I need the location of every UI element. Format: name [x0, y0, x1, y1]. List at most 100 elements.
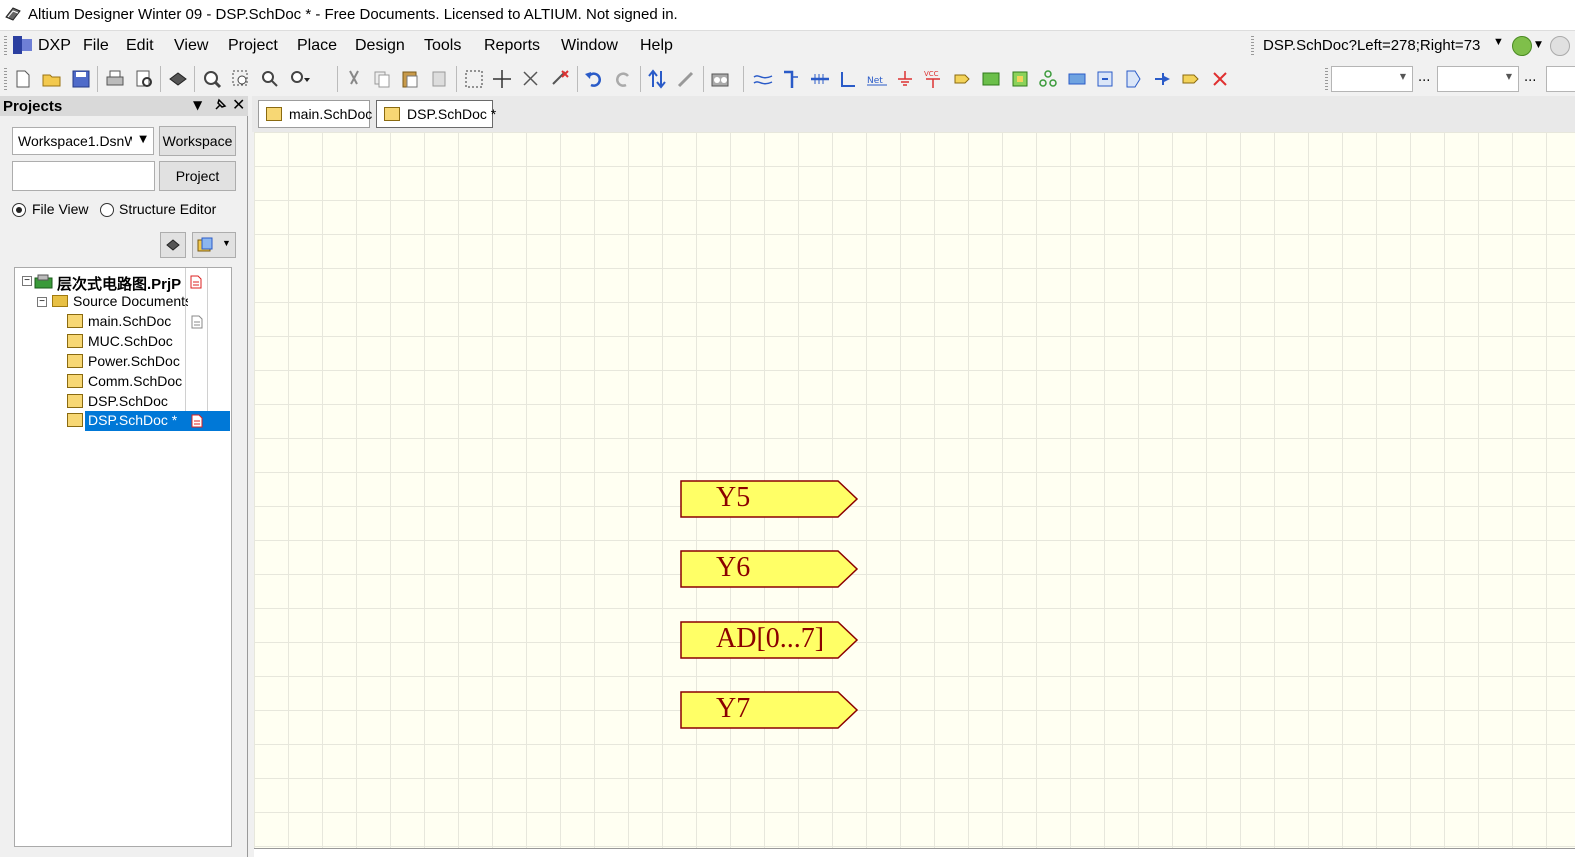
toolbar-combo-1[interactable]: ▼ [1331, 66, 1413, 92]
horizontal-scrollbar[interactable] [254, 848, 1575, 857]
redo-icon[interactable] [612, 68, 634, 90]
print-preview-icon[interactable] [133, 68, 155, 90]
place-no-erc-icon[interactable] [1209, 68, 1231, 90]
collapse-icon[interactable]: − [22, 276, 32, 286]
port-y6[interactable] [680, 550, 860, 588]
tree-document-row[interactable]: Comm.SchDoc [15, 372, 229, 392]
menu-window[interactable]: Window [561, 37, 618, 55]
rubber-stamp-icon[interactable] [428, 68, 450, 90]
menu-help[interactable]: Help [640, 37, 673, 55]
project-documents-button[interactable]: ▼ [192, 232, 236, 258]
paste-icon[interactable] [399, 68, 421, 90]
undo-icon[interactable] [583, 68, 605, 90]
place-net-label-icon[interactable]: Net [866, 68, 888, 90]
tree-project-row[interactable]: − 层次式电路图.PrjP [15, 272, 229, 293]
file-view-label[interactable]: File View [32, 201, 89, 217]
place-sheet-symbol-icon[interactable] [980, 68, 1002, 90]
structure-editor-label[interactable]: Structure Editor [119, 201, 216, 217]
place-bus-entry-icon[interactable] [809, 68, 831, 90]
toolbar-combo-2[interactable]: ▼ [1437, 66, 1519, 92]
deselect-icon[interactable] [520, 68, 542, 90]
browse-library-icon[interactable] [709, 68, 731, 90]
cross-probe-icon[interactable] [675, 68, 697, 90]
workspace-dropdown[interactable]: Workspace1.DsnW ▼ [12, 127, 154, 155]
collapse-icon[interactable]: − [37, 297, 47, 307]
structure-editor-radio[interactable] [100, 203, 114, 217]
back-icon[interactable] [1512, 36, 1532, 56]
move-icon[interactable] [491, 68, 513, 90]
menu-place[interactable]: Place [297, 37, 337, 55]
save-icon[interactable] [70, 68, 92, 90]
place-part-icon[interactable] [951, 68, 973, 90]
panel-menu-icon[interactable]: ▼ [193, 98, 202, 112]
menu-tools[interactable]: Tools [424, 37, 461, 55]
zoom-area-icon[interactable] [230, 68, 252, 90]
place-vcc-icon[interactable]: VCC [922, 68, 944, 90]
menu-grip[interactable] [4, 36, 7, 56]
open-folder-icon[interactable] [41, 68, 63, 90]
project-options-button[interactable] [160, 232, 186, 258]
place-wire-icon[interactable] [752, 68, 774, 90]
copy-icon[interactable] [371, 68, 393, 90]
print-icon[interactable] [104, 68, 126, 90]
tab-main-schdoc[interactable]: main.SchDoc [258, 100, 373, 128]
file-view-radio[interactable] [12, 203, 26, 217]
schematic-sheet[interactable] [254, 132, 1575, 850]
add-sheet-entry-icon[interactable] [1066, 68, 1088, 90]
menu-file[interactable]: File [83, 37, 109, 55]
place-device-sheet-icon[interactable] [1037, 68, 1059, 90]
toolbar-grip[interactable] [1325, 68, 1328, 90]
select-area-icon[interactable] [463, 68, 485, 90]
forward-icon[interactable] [1550, 36, 1570, 56]
toolbar-ellipsis-2[interactable]: ... [1524, 70, 1536, 85]
schematic-document-icon [266, 107, 282, 121]
zoom-menu-icon[interactable] [288, 68, 310, 90]
place-ground-icon[interactable] [894, 68, 916, 90]
new-document-icon[interactable] [12, 68, 34, 90]
tree-document-row[interactable]: MUC.SchDoc [15, 332, 229, 352]
tree-folder-row[interactable]: − Source Documents [15, 292, 229, 312]
clear-filter-icon[interactable] [549, 68, 571, 90]
project-search-input[interactable] [12, 161, 155, 191]
tree-document-row[interactable]: main.SchDoc [15, 312, 229, 332]
place-bus-icon[interactable] [780, 68, 802, 90]
cut-icon[interactable] [343, 68, 365, 90]
up-down-hierarchy-icon[interactable] [646, 68, 668, 90]
menu-dxp[interactable]: DXP [38, 37, 71, 55]
port-y7[interactable] [680, 691, 860, 729]
zoom-fit-icon[interactable] [201, 68, 223, 90]
workspace-button[interactable]: Workspace [159, 126, 236, 156]
tab-dsp-schdoc[interactable]: DSP.SchDoc * [376, 100, 496, 128]
back-dropdown-icon[interactable]: ▼ [1535, 40, 1542, 50]
place-port-icon[interactable] [1180, 68, 1202, 90]
menu-design[interactable]: Design [355, 37, 405, 55]
place-harness-entry-icon[interactable] [1122, 68, 1144, 90]
menu-reports[interactable]: Reports [484, 37, 540, 55]
place-net-label-arrow-icon[interactable] [837, 68, 859, 90]
document-address-dropdown[interactable]: DSP.SchDoc?Left=278;Right=73 ▼ [1256, 35, 1506, 57]
toolbar-grip[interactable] [4, 68, 7, 90]
close-icon[interactable]: ✕ [232, 95, 245, 114]
menu-view[interactable]: View [174, 37, 208, 55]
project-name: 层次式电路图.PrjP [57, 276, 182, 293]
menu-edit[interactable]: Edit [126, 37, 154, 55]
document-name: Comm.SchDoc [88, 373, 183, 389]
tree-document-row[interactable]: DSP.SchDoc [15, 392, 229, 412]
port-y5[interactable] [680, 480, 860, 518]
panel-title: Projects [3, 98, 63, 115]
tree-document-row[interactable]: Power.SchDoc [15, 352, 229, 372]
tab-label: main.SchDoc [289, 106, 373, 122]
place-signal-harness-icon[interactable] [1151, 68, 1173, 90]
place-harness-connector-icon[interactable] [1094, 68, 1116, 90]
project-button[interactable]: Project [159, 161, 236, 191]
tree-document-row-selected[interactable]: DSP.SchDoc * [15, 411, 230, 431]
pin-icon[interactable] [213, 98, 227, 112]
zoom-selected-icon[interactable] [259, 68, 281, 90]
toolbar-ellipsis-1[interactable]: ... [1418, 70, 1430, 85]
menu-project[interactable]: Project [228, 37, 278, 55]
place-sheet-entry-icon[interactable] [1009, 68, 1031, 90]
toolbar-combo-3[interactable] [1546, 66, 1575, 92]
address-grip[interactable] [1251, 36, 1254, 56]
project-options-icon [166, 239, 180, 251]
open-device-view-icon[interactable] [167, 68, 189, 90]
